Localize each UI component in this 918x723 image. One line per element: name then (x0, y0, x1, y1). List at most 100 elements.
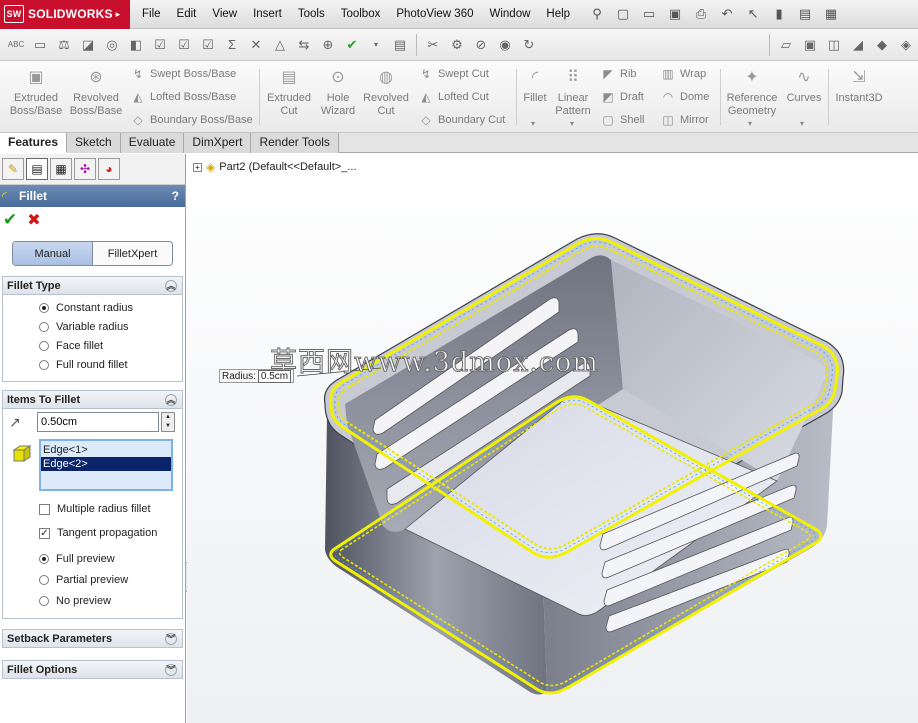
cancel-x-icon[interactable]: ✖ (27, 210, 40, 230)
tab-evaluate[interactable]: Evaluate (120, 133, 185, 153)
lofted-cut-button[interactable]: ◭ Lofted Cut (418, 87, 488, 107)
trim-icon[interactable]: ◢ (847, 34, 869, 56)
property-manager-icon[interactable]: ▤ (26, 158, 48, 180)
full-preview-option[interactable]: Full preview (3, 548, 182, 569)
menu-insert[interactable]: Insert (245, 0, 290, 29)
rib-button[interactable]: ◤ Rib (600, 64, 636, 84)
surface-icon[interactable]: ▱ (775, 34, 797, 56)
fillet-dropdown-icon[interactable]: ▾ (531, 119, 535, 128)
check-sketch-icon[interactable]: ☑ (197, 34, 219, 56)
zoom-icon[interactable]: ◎ (101, 34, 123, 56)
revolved-cut-button[interactable]: ◍ Revolved Cut (358, 67, 414, 118)
manual-mode-button[interactable]: Manual (13, 242, 93, 265)
check-green-icon[interactable]: ✔ (341, 34, 363, 56)
linear-pattern-button[interactable]: ⠿ Linear Pattern (550, 67, 596, 118)
fillet-options-header[interactable]: Fillet Options ︾ (2, 660, 183, 679)
radius-callout-value[interactable]: 0.5cm (257, 369, 292, 383)
section-icon[interactable]: ◪ (77, 34, 99, 56)
draft-analysis-icon[interactable]: △ (269, 34, 291, 56)
pin-icon[interactable]: ⚲ (586, 3, 608, 25)
instant3d-button[interactable]: ⇲ Instant3D (830, 67, 888, 105)
select-cursor-icon[interactable]: ↖ (742, 3, 764, 25)
radio-button[interactable] (39, 553, 49, 564)
collapse-up-icon[interactable]: ︽ (165, 393, 177, 406)
new-document-icon[interactable]: ▢ (612, 3, 634, 25)
draft-button[interactable]: ◩ Draft (600, 87, 644, 107)
menu-view[interactable]: View (204, 0, 245, 29)
full-round-fillet-option[interactable]: Full round fillet (3, 355, 182, 374)
configuration-manager-icon[interactable]: ▦ (50, 158, 72, 180)
menu-toolbox[interactable]: Toolbox (333, 0, 389, 29)
edge-list-item-selected[interactable]: Edge<2> (41, 457, 171, 471)
sum-icon[interactable]: Σ (221, 34, 243, 56)
menu-help[interactable]: Help (538, 0, 578, 29)
checkbox-checked[interactable]: ✓ (39, 527, 50, 539)
feature-manager-icon[interactable]: ✎ (2, 158, 24, 180)
shell-button[interactable]: ▢ Shell (600, 110, 644, 130)
swept-boss-button[interactable]: ↯ Swept Boss/Base (130, 64, 236, 84)
zebra-icon[interactable]: ⇆ (293, 34, 315, 56)
menu-photoview[interactable]: PhotoView 360 (388, 0, 481, 29)
mass-properties-icon[interactable]: ⚖ (53, 34, 75, 56)
copy-surface-icon[interactable]: ▣ (799, 34, 821, 56)
gear-icon[interactable]: ⚙ (446, 34, 468, 56)
options-icon[interactable]: ▦ (820, 3, 842, 25)
dimxpert-manager-icon[interactable]: ✣ (74, 158, 96, 180)
edge-selection-list[interactable]: Edge<1> Edge<2> (39, 439, 173, 491)
filletxpert-mode-button[interactable]: FilletXpert (93, 242, 172, 265)
knit-icon[interactable]: ◫ (823, 34, 845, 56)
multiple-radius-checkbox[interactable]: Multiple radius fillet (3, 499, 182, 519)
diamond-icon[interactable]: ◆ (871, 34, 893, 56)
menu-window[interactable]: Window (482, 0, 539, 29)
pattern-dropdown-icon[interactable]: ▾ (570, 119, 574, 128)
compare-icon[interactable]: ▤ (389, 34, 411, 56)
swept-cut-button[interactable]: ↯ Swept Cut (418, 64, 489, 84)
dome-button[interactable]: ◠ Dome (660, 87, 710, 107)
edge-list-item[interactable]: Edge<1> (41, 443, 171, 457)
constant-radius-option[interactable]: Constant radius (3, 298, 182, 317)
checkbox[interactable] (39, 503, 50, 515)
display-manager-icon[interactable]: ◕ (98, 158, 120, 180)
expand-down-icon[interactable]: ︾ (165, 632, 177, 645)
radio-button[interactable] (39, 340, 49, 351)
model-view[interactable] (187, 154, 918, 723)
revolved-boss-button[interactable]: ⊛ Revolved Boss/Base (68, 67, 124, 118)
no-preview-option[interactable]: No preview (3, 590, 182, 611)
check-entity-icon[interactable]: ☑ (173, 34, 195, 56)
open-folder-icon[interactable]: ▭ (638, 3, 660, 25)
check-icon[interactable]: ☑ (149, 34, 171, 56)
fillet-type-header[interactable]: Fillet Type ︽ (3, 276, 182, 295)
ok-check-icon[interactable]: ✔ (3, 210, 17, 230)
file-properties-icon[interactable]: ▤ (794, 3, 816, 25)
radio-button[interactable] (39, 321, 49, 332)
graphics-area[interactable]: + ◈ Part2 (Default<<Default>_... 草西网www.… (187, 154, 918, 723)
reference-geometry-button[interactable]: ✦ Reference Geometry (724, 67, 780, 118)
dropdown-arrow-icon[interactable]: ▾ (365, 34, 387, 56)
radio-button[interactable] (39, 302, 49, 313)
tab-features[interactable]: Features (0, 133, 68, 153)
cut-icon[interactable]: ✂ (422, 34, 444, 56)
curvature-icon[interactable]: ✕ (245, 34, 267, 56)
curves-dropdown-icon[interactable]: ▾ (800, 119, 804, 128)
spelling-icon[interactable]: ABC (5, 34, 27, 56)
refgeo-dropdown-icon[interactable]: ▾ (748, 119, 752, 128)
more-tools-icon[interactable]: ◈ (895, 34, 917, 56)
help-button[interactable]: ? (172, 189, 179, 203)
radio-button[interactable] (39, 574, 49, 585)
print-icon[interactable]: ⎙ (690, 3, 712, 25)
extruded-cut-button[interactable]: ▤ Extruded Cut (261, 67, 317, 118)
menu-tools[interactable]: Tools (290, 0, 333, 29)
sketch-icon[interactable]: ▭ (29, 34, 51, 56)
radius-callout[interactable]: Radius: 0.5cm (219, 369, 295, 383)
radius-spinner[interactable]: ▲ ▼ (161, 412, 175, 432)
undo-icon[interactable]: ↶ (716, 3, 738, 25)
rotate-icon[interactable]: ↻ (518, 34, 540, 56)
variable-radius-option[interactable]: Variable radius (3, 317, 182, 336)
partial-preview-option[interactable]: Partial preview (3, 569, 182, 590)
mirror-button[interactable]: ◫ Mirror (660, 110, 708, 130)
wrap-button[interactable]: ▥ Wrap (660, 64, 706, 84)
collapse-up-icon[interactable]: ︽ (165, 279, 177, 292)
menu-file[interactable]: File (134, 0, 169, 29)
zoom-fit-icon[interactable]: ⊘ (470, 34, 492, 56)
boundary-boss-button[interactable]: ◇ Boundary Boss/Base (130, 110, 252, 130)
